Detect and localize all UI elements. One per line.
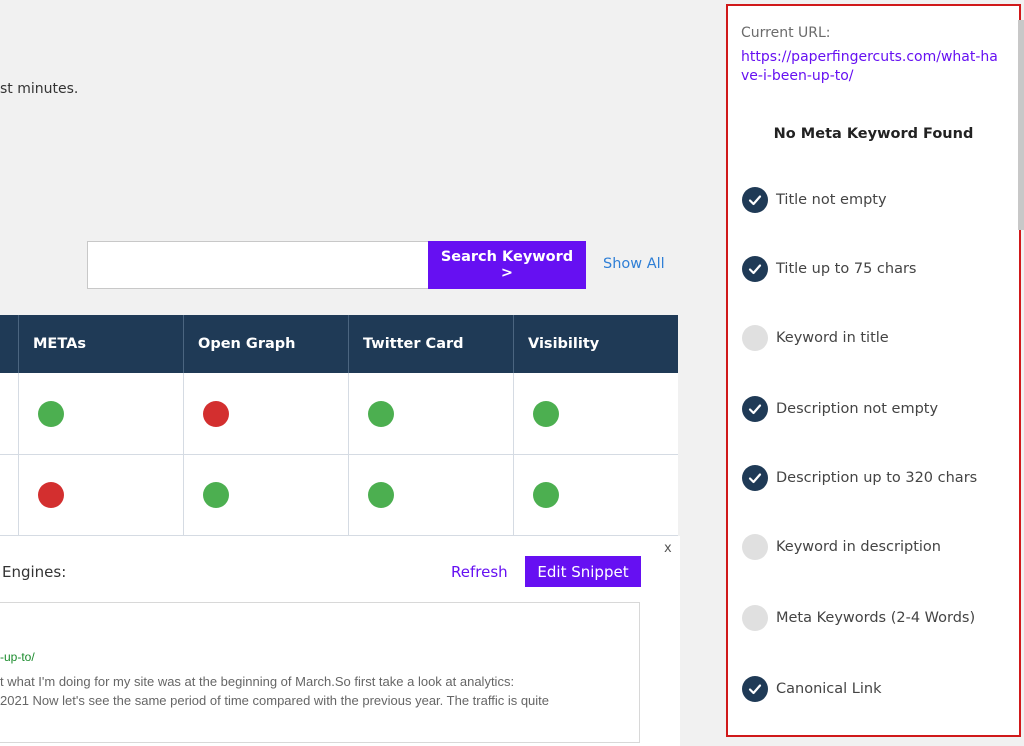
snippet-desc-line: t what I'm doing for my site was at the … (0, 674, 515, 689)
search-keyword-button[interactable]: Search Keyword > (428, 241, 586, 289)
table-cell (349, 373, 514, 454)
current-url-link[interactable]: https://paperfingercuts.com/what-have-i-… (741, 48, 1006, 86)
column-header-open-graph: Open Graph (184, 315, 349, 373)
no-meta-keyword-heading: No Meta Keyword Found (773, 126, 974, 142)
column-header-metas: METAs (19, 315, 184, 373)
table-cell (514, 373, 678, 454)
table-cell (514, 455, 678, 535)
snippet-preview-description: t what I'm doing for my site was at the … (0, 672, 630, 710)
refresh-link[interactable]: Refresh (451, 563, 508, 581)
checkmark-icon (742, 396, 768, 422)
unchecked-circle-icon (742, 325, 768, 351)
checkmark-icon (742, 465, 768, 491)
column-header-visibility: Visibility (528, 336, 600, 352)
check-item-label: Meta Keywords (2-4 Words) (776, 610, 976, 626)
status-green-icon (533, 400, 559, 427)
check-item: Description up to 320 chars (742, 465, 977, 491)
status-green-icon (38, 400, 64, 427)
check-item: Title not empty (742, 187, 887, 213)
column-header-blank (0, 315, 19, 373)
current-url-label: Current URL: (741, 25, 831, 41)
snippet-preview-url: -up-to/ (0, 650, 35, 664)
table-cell (184, 455, 349, 535)
results-table: METAs Open Graph Twitter Card Visibility (0, 315, 678, 536)
search-input-wrapper (87, 241, 429, 289)
status-green-icon (368, 400, 394, 427)
status-green-icon (368, 482, 394, 508)
column-header-twitter-card: Twitter Card (349, 315, 514, 373)
search-input[interactable] (88, 242, 428, 288)
table-cell (184, 373, 349, 454)
check-item-label: Keyword in description (776, 539, 941, 555)
table-row (0, 455, 678, 536)
intro-text: st minutes. (0, 81, 79, 97)
checkmark-icon (742, 187, 768, 213)
table-cell (0, 373, 19, 454)
show-all-link[interactable]: Show All (603, 256, 665, 272)
snippet-desc-line: 2021 Now let's see the same period of ti… (0, 693, 550, 708)
check-item: Keyword in description (742, 534, 941, 560)
scrollbar-thumb[interactable] (1018, 20, 1024, 230)
table-cell (19, 373, 184, 454)
unchecked-circle-icon (742, 534, 768, 560)
table-body (0, 373, 678, 536)
status-red-icon (203, 400, 229, 427)
check-item-label: Description not empty (776, 401, 939, 417)
checkmark-icon (742, 676, 768, 702)
status-green-icon (203, 482, 229, 508)
check-item: Keyword in title (742, 325, 889, 351)
check-item-label: Canonical Link (776, 681, 882, 697)
table-cell (349, 455, 514, 535)
checkmark-icon (742, 256, 768, 282)
check-item-label: Title up to 75 chars (776, 261, 917, 277)
check-item: Title up to 75 chars (742, 256, 916, 282)
status-green-icon (533, 482, 559, 508)
seo-check-panel: Current URL: https://paperfingercuts.com… (726, 4, 1021, 737)
check-item: Description not empty (742, 396, 938, 422)
check-item-label: Keyword in title (776, 330, 889, 346)
check-item: Canonical Link (742, 676, 881, 702)
snippet-close-button[interactable]: x (664, 541, 672, 556)
check-item: Meta Keywords (2-4 Words) (742, 605, 975, 631)
status-red-icon (38, 482, 64, 508)
check-item-label: Description up to 320 chars (776, 470, 978, 486)
table-cell (19, 455, 184, 535)
unchecked-circle-icon (742, 605, 768, 631)
table-header: METAs Open Graph Twitter Card Visibility (0, 315, 678, 373)
table-row (0, 373, 678, 455)
search-engines-label: Engines: (2, 563, 67, 581)
table-cell (0, 455, 19, 535)
check-item-label: Title not empty (776, 192, 887, 208)
edit-snippet-button[interactable]: Edit Snippet (525, 556, 641, 587)
